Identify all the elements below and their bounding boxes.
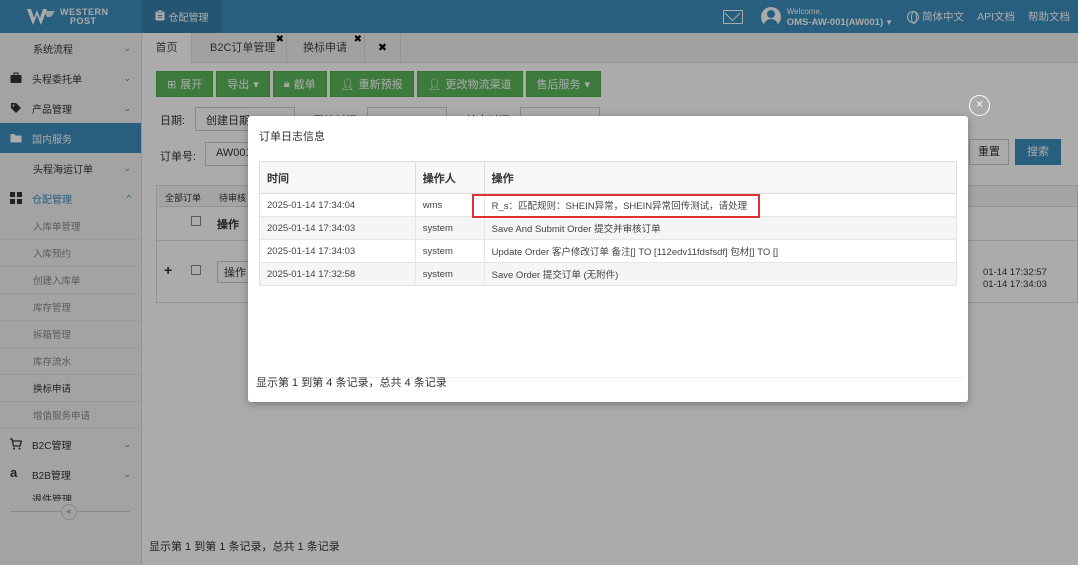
log-action: Save And Submit Order 提交并审核订单 [484,216,958,240]
log-operator: system [415,216,485,240]
column-header-action[interactable]: 操作 [483,161,958,194]
table-row: 2025-01-14 17:34:03 system Save And Subm… [259,216,958,240]
modal-close-button[interactable]: × [969,95,990,116]
log-time: 2025-01-14 17:34:03 [259,216,416,240]
highlight-box [472,194,760,218]
column-header-operator[interactable]: 操作人 [414,161,485,194]
column-header-time[interactable]: 时间 [259,161,416,194]
log-time: 2025-01-14 17:32:58 [259,262,416,286]
log-time: 2025-01-14 17:34:04 [259,193,416,217]
modal-pagination-info: 显示第 1 到第 4 条记录，总共 4 条记录 [256,377,447,389]
log-action: Update Order 客户修改订单 备注[] TO [112edv11fds… [484,239,958,263]
log-table: 时间 操作人 操作 2025-01-14 17:34:04 wms R_s：匹配… [259,161,958,286]
log-operator: system [415,239,485,263]
table-row: 2025-01-14 17:32:58 system Save Order 提交… [259,262,958,286]
log-time: 2025-01-14 17:34:03 [259,239,416,263]
log-operator: system [415,262,485,286]
table-row: 2025-01-14 17:34:03 system Update Order … [259,239,958,263]
order-log-modal: 订单日志信息 时间 操作人 操作 2025-01-14 17:34:04 wms… [248,116,968,402]
modal-title: 订单日志信息 [259,131,325,143]
log-action: Save Order 提交订单 (无附件) [484,262,958,286]
log-table-header: 时间 操作人 操作 [259,161,958,194]
